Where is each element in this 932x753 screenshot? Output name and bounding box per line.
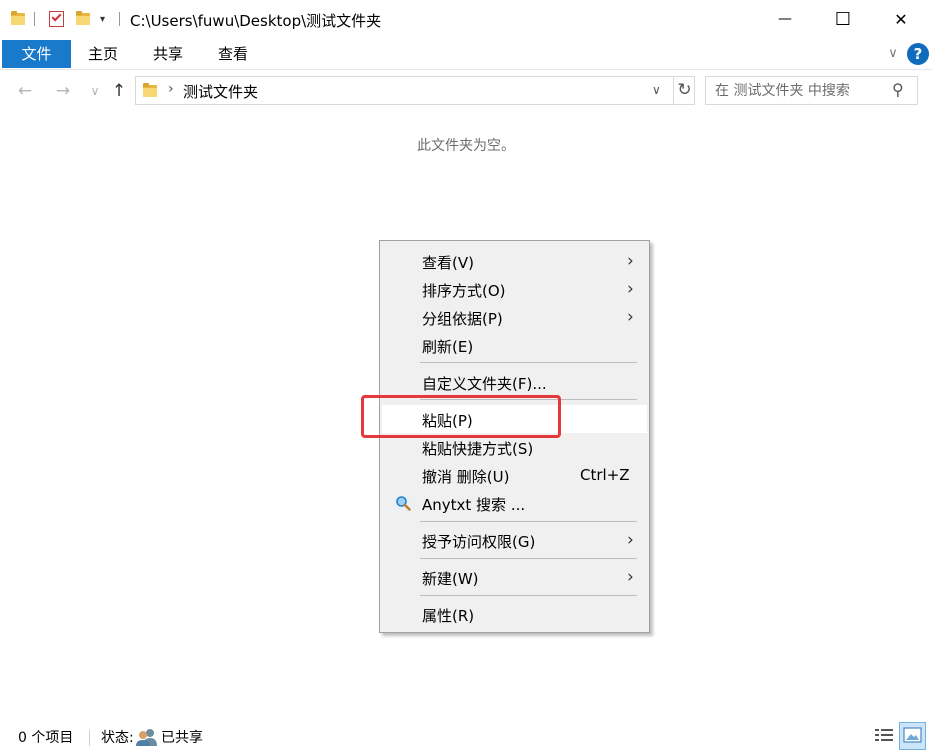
- large-icons-view-button[interactable]: [899, 722, 926, 750]
- submenu-arrow-icon: ›: [627, 251, 634, 271]
- menu-item-label: 自定义文件夹(F)...: [422, 375, 547, 393]
- menu-item-label: 粘贴快捷方式(S): [422, 440, 534, 458]
- window-title: C:\Users\fuwu\Desktop\测试文件夹: [130, 12, 382, 30]
- divider: [119, 12, 120, 26]
- menu-item-label: 属性(R): [422, 607, 475, 625]
- close-button[interactable]: ✕: [872, 0, 930, 38]
- divider: [89, 730, 90, 746]
- anytxt-search-icon: [395, 495, 411, 511]
- shared-users-icon: [136, 729, 157, 746]
- menu-item-customize-folder[interactable]: 自定义文件夹(F)...: [382, 368, 647, 396]
- menu-item-shortcut: Ctrl+Z: [580, 466, 630, 484]
- menu-item-new[interactable]: 新建(W) ›: [382, 563, 647, 591]
- submenu-arrow-icon: ›: [627, 530, 634, 550]
- tab-home[interactable]: 主页: [78, 40, 128, 68]
- empty-folder-message: 此文件夹为空。: [417, 138, 515, 154]
- menu-item-label: 撤消 删除(U): [422, 468, 510, 486]
- expand-ribbon-icon[interactable]: ∨: [884, 46, 902, 61]
- ribbon: 文件 主页 共享 查看 ∨ ?: [0, 38, 932, 70]
- forward-icon[interactable]: →: [52, 80, 74, 102]
- back-icon[interactable]: ←: [14, 80, 36, 102]
- menu-item-properties[interactable]: 属性(R): [382, 600, 647, 628]
- tab-share[interactable]: 共享: [143, 40, 193, 68]
- menu-item-group-by[interactable]: 分组依据(P) ›: [382, 303, 647, 331]
- minimize-icon: —: [778, 11, 792, 27]
- search-icon[interactable]: ⚲: [892, 80, 904, 99]
- address-bar[interactable]: › 测试文件夹 ∨ ↻: [135, 76, 695, 105]
- up-icon[interactable]: ↑: [108, 80, 130, 102]
- folder-icon: [143, 83, 157, 97]
- paste-highlight-annotation: [361, 395, 561, 438]
- menu-item-label: 排序方式(O): [422, 282, 506, 300]
- close-icon: ✕: [894, 9, 908, 29]
- details-view-icon[interactable]: [874, 726, 894, 746]
- navigation-bar: ← → ∨ ↑ › 测试文件夹 ∨ ↻ ⚲: [0, 70, 932, 112]
- menu-item-label: 查看(V): [422, 254, 474, 272]
- menu-item-label: 新建(W): [422, 570, 479, 588]
- large-icons-view-icon: [903, 727, 922, 743]
- maximize-icon: ☐: [834, 8, 852, 30]
- menu-item-label: Anytxt 搜索 ...: [422, 496, 526, 514]
- menu-item-undo-delete[interactable]: 撤消 删除(U) Ctrl+Z: [382, 461, 647, 489]
- menu-item-label: 授予访问权限(G): [422, 533, 536, 551]
- tab-file[interactable]: 文件: [2, 40, 71, 68]
- address-dropdown-icon[interactable]: ∨: [652, 83, 661, 97]
- breadcrumb-separator-icon[interactable]: ›: [168, 81, 174, 97]
- menu-separator: [420, 558, 637, 559]
- submenu-arrow-icon: ›: [627, 567, 634, 587]
- item-count: 0 个项目: [18, 730, 74, 746]
- search-input[interactable]: [715, 82, 885, 100]
- title-bar: ▾ C:\Users\fuwu\Desktop\测试文件夹 — ☐ ✕: [0, 0, 932, 38]
- menu-item-anytxt-search[interactable]: Anytxt 搜索 ...: [382, 489, 647, 517]
- maximize-button[interactable]: ☐: [814, 0, 872, 38]
- tab-view[interactable]: 查看: [208, 40, 258, 68]
- submenu-arrow-icon: ›: [627, 307, 634, 327]
- submenu-arrow-icon: ›: [627, 279, 634, 299]
- menu-separator: [420, 521, 637, 522]
- menu-item-label: 刷新(E): [422, 338, 474, 356]
- menu-separator: [420, 362, 637, 363]
- status-value: 已共享: [161, 730, 203, 746]
- menu-item-give-access[interactable]: 授予访问权限(G) ›: [382, 526, 647, 554]
- quick-access-dropdown-icon[interactable]: ▾: [100, 14, 105, 25]
- menu-separator: [420, 595, 637, 596]
- divider: [34, 12, 35, 26]
- help-icon[interactable]: ?: [907, 43, 929, 65]
- menu-item-sort-by[interactable]: 排序方式(O) ›: [382, 275, 647, 303]
- new-folder-icon[interactable]: [76, 11, 90, 25]
- minimize-button[interactable]: —: [756, 0, 814, 38]
- menu-item-label: 分组依据(P): [422, 310, 503, 328]
- breadcrumb-current-folder[interactable]: 测试文件夹: [183, 81, 258, 102]
- status-bar: 0 个项目 状态: 已共享: [0, 722, 932, 752]
- status-label: 状态:: [101, 730, 134, 746]
- refresh-icon[interactable]: ↻: [673, 77, 695, 104]
- folder-icon[interactable]: [11, 11, 25, 25]
- search-box[interactable]: ⚲: [705, 76, 918, 105]
- menu-item-view[interactable]: 查看(V) ›: [382, 247, 647, 275]
- menu-item-refresh[interactable]: 刷新(E): [382, 331, 647, 359]
- properties-icon[interactable]: [48, 10, 66, 28]
- recent-locations-icon[interactable]: ∨: [84, 80, 106, 102]
